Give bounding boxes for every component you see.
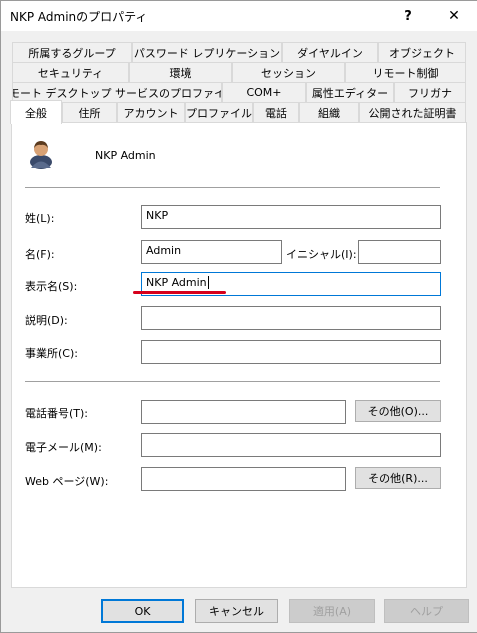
tab-member-of[interactable]: 所属するグループ <box>12 42 132 62</box>
tab-telephones[interactable]: 電話 <box>253 102 299 122</box>
email-field[interactable] <box>141 433 441 457</box>
tab-com-plus[interactable]: COM+ <box>222 82 306 102</box>
description-field[interactable] <box>141 306 441 330</box>
first-name-field[interactable]: Admin <box>141 240 282 264</box>
help-button[interactable]: ヘルプ <box>384 599 469 623</box>
close-icon[interactable]: ✕ <box>431 1 477 31</box>
display-name-value: NKP Admin <box>146 276 207 289</box>
display-header: NKP Admin <box>95 149 156 162</box>
tab-sessions[interactable]: セッション <box>232 62 345 82</box>
help-icon[interactable]: ? <box>385 1 431 31</box>
tab-address[interactable]: 住所 <box>62 102 117 122</box>
first-name-label: 名(F): <box>25 248 55 261</box>
tab-published-certificates[interactable]: 公開された証明書 <box>359 102 466 122</box>
tab-environment[interactable]: 環境 <box>129 62 232 82</box>
tab-account[interactable]: アカウント <box>117 102 185 122</box>
annotation-underline-display-name <box>133 291 226 294</box>
cancel-button[interactable]: キャンセル <box>195 599 278 623</box>
properties-dialog: NKP Adminのプロパティ ? ✕ 所属するグループ パスワード レプリケー… <box>0 0 477 633</box>
web-page-label: Web ページ(W): <box>25 475 109 488</box>
last-name-field[interactable]: NKP <box>141 205 441 229</box>
tab-attribute-editor[interactable]: 属性エディター <box>306 82 394 102</box>
text-cursor <box>207 276 209 289</box>
initials-label: イニシャル(I): <box>286 248 357 261</box>
tab-remote-control[interactable]: リモート制御 <box>345 62 466 82</box>
apply-button[interactable]: 適用(A) <box>289 599 375 623</box>
separator <box>25 187 440 188</box>
user-avatar-icon <box>30 141 52 169</box>
email-label: 電子メール(M): <box>25 441 102 454</box>
other-web-button[interactable]: その他(R)... <box>355 467 441 489</box>
window-title: NKP Adminのプロパティ <box>10 10 148 24</box>
tab-rds-profile[interactable]: リモート デスクトップ サービスのプロファイル <box>12 82 222 102</box>
tab-general[interactable]: 全般 <box>10 100 62 124</box>
description-label: 説明(D): <box>25 314 68 327</box>
ok-button[interactable]: OK <box>101 599 184 623</box>
tab-organization[interactable]: 組織 <box>299 102 359 122</box>
separator <box>25 381 440 382</box>
office-field[interactable] <box>141 340 441 364</box>
display-name-label: 表示名(S): <box>25 280 78 293</box>
phone-field[interactable] <box>141 400 346 424</box>
other-phone-button[interactable]: その他(O)... <box>355 400 441 422</box>
initials-field[interactable] <box>358 240 441 264</box>
tab-security[interactable]: セキュリティ <box>12 62 129 82</box>
tab-object[interactable]: オブジェクト <box>378 42 466 62</box>
tab-password-replication[interactable]: パスワード レプリケーション <box>132 42 282 62</box>
phone-label: 電話番号(T): <box>25 407 89 420</box>
tab-profile[interactable]: プロファイル <box>185 102 253 122</box>
office-label: 事業所(C): <box>25 347 78 360</box>
tab-dial-in[interactable]: ダイヤルイン <box>282 42 378 62</box>
web-page-field[interactable] <box>141 467 346 491</box>
last-name-label: 姓(L): <box>25 212 55 225</box>
title-bar: NKP Adminのプロパティ ? ✕ <box>1 1 477 31</box>
tab-furigana[interactable]: フリガナ <box>394 82 466 102</box>
